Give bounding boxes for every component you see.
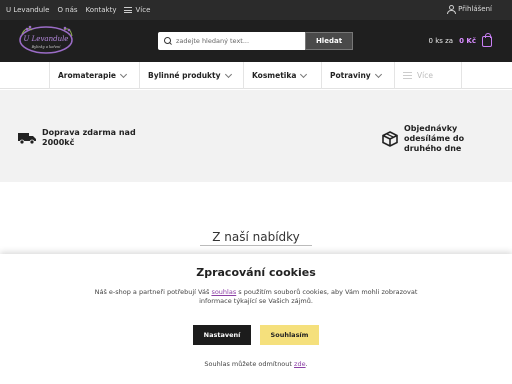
shopping-bag-icon xyxy=(482,33,492,47)
menu-icon xyxy=(403,72,412,79)
revoke-link[interactable]: zde xyxy=(294,360,306,368)
category-label: Aromaterapie xyxy=(58,71,116,80)
login-link[interactable]: Přihlášení xyxy=(447,5,492,14)
search-button[interactable]: Hledat xyxy=(305,32,353,50)
category-kosmetika[interactable]: Kosmetika xyxy=(243,62,321,89)
top-nav-about[interactable]: O nás xyxy=(57,6,77,14)
cookie-description: Náš e-shop a partneři potřebují Váš souh… xyxy=(84,288,428,306)
cart-price: 0 Kč xyxy=(459,37,476,45)
top-nav-contacts[interactable]: Kontakty xyxy=(86,6,117,14)
top-bar: U Levandule O nás Kontakty Více Přihláše… xyxy=(0,0,512,20)
offer-heading: Z naší nabídky xyxy=(212,230,300,244)
revoke-text-before: Souhlas můžete odmítnout xyxy=(204,360,295,368)
consent-link[interactable]: souhlas xyxy=(211,288,236,296)
revoke-text-after: . xyxy=(305,360,308,368)
login-label: Přihlášení xyxy=(458,5,492,13)
user-icon xyxy=(447,5,457,14)
logo[interactable]: U Levandule Bylinky a koření xyxy=(18,24,74,56)
category-potraviny[interactable]: Potraviny xyxy=(321,62,394,89)
chevron-down-icon xyxy=(224,70,232,78)
cookie-title: Zpracování cookies xyxy=(196,266,316,279)
logo-text: U Levandule xyxy=(24,35,69,43)
category-aromaterapie[interactable]: Aromaterapie xyxy=(49,62,139,89)
category-more-label: Více xyxy=(417,71,433,80)
cookie-consent-panel: Zpracování cookies Náš e-shop a partneři… xyxy=(0,254,512,384)
chevron-down-icon xyxy=(119,70,128,78)
benefit-free-shipping-text: Doprava zdarma nad 2000kč xyxy=(42,128,136,147)
category-more[interactable]: Více xyxy=(394,62,462,89)
chevron-down-icon xyxy=(300,70,308,78)
logo-tagline: Bylinky a koření xyxy=(31,45,62,49)
cart[interactable]: 0 ks za 0 Kč xyxy=(428,33,492,47)
package-icon xyxy=(382,131,398,147)
top-nav-more-label: Více xyxy=(135,6,151,14)
divider xyxy=(200,245,312,246)
category-nav: Aromaterapie Bylinné produkty Kosmetika … xyxy=(0,62,512,89)
search-input[interactable]: zadejte hledaný text... xyxy=(158,32,305,50)
category-label: Potraviny xyxy=(330,71,371,80)
menu-icon xyxy=(124,7,133,13)
header: U Levandule Bylinky a koření zadejte hle… xyxy=(0,20,512,62)
benefit-free-shipping: Doprava zdarma nad 2000kč xyxy=(18,128,142,148)
search-icon xyxy=(164,37,172,45)
chevron-down-icon xyxy=(374,70,382,78)
cart-count: 0 ks za xyxy=(428,37,454,45)
top-nav-more[interactable]: Více xyxy=(124,6,150,14)
search-placeholder: zadejte hledaný text... xyxy=(176,37,250,45)
category-label: Bylinné produkty xyxy=(148,71,221,80)
cookie-text-before: Náš e-shop a partneři potřebují Váš xyxy=(94,288,212,296)
cookie-revoke-text: Souhlas můžete odmítnout zde. xyxy=(0,360,512,368)
search-bar: zadejte hledaný text... Hledat xyxy=(158,32,353,50)
category-bylinne-produkty[interactable]: Bylinné produkty xyxy=(139,62,243,89)
benefits-banner: Doprava zdarma nad 2000kč Objednávky ode… xyxy=(0,90,512,182)
benefit-next-day-dispatch: Objednávky odesíláme do druhého dne xyxy=(382,124,474,154)
cookie-settings-button[interactable]: Nastavení xyxy=(193,325,251,345)
top-nav-home[interactable]: U Levandule xyxy=(6,6,49,14)
truck-icon xyxy=(18,133,36,144)
category-label: Kosmetika xyxy=(252,71,297,80)
top-nav: U Levandule O nás Kontakty Více xyxy=(6,6,150,14)
cookie-agree-button[interactable]: Souhlasím xyxy=(260,325,319,345)
benefit-next-day-text: Objednávky odesíláme do druhého dne xyxy=(404,124,465,153)
